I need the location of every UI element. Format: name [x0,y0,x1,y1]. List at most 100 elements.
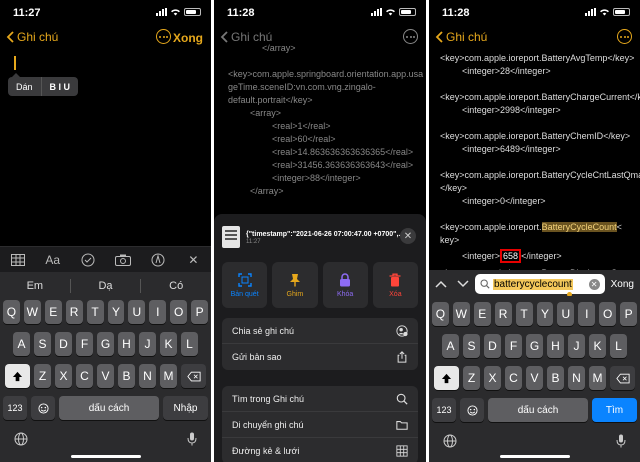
emoji-key[interactable] [31,396,55,420]
paste-button[interactable]: Dán [8,82,41,92]
key[interactable]: Y [536,302,554,326]
microphone-icon[interactable] [616,434,626,451]
space-key[interactable]: dấu cách [488,398,588,422]
back-button[interactable]: Ghi chú [6,30,58,44]
key[interactable]: L [610,334,627,358]
move-note-item[interactable]: Di chuyển ghi chú [222,412,418,438]
find-in-note-item[interactable]: Tìm trong Ghi chú [222,386,418,412]
key[interactable]: W [23,300,41,324]
key[interactable]: D [55,332,72,356]
key[interactable]: T [86,300,104,324]
key[interactable]: Z [34,364,51,388]
key[interactable]: O [170,300,188,324]
table-icon[interactable] [10,252,26,268]
key[interactable]: C [505,366,522,390]
key[interactable]: T [515,302,533,326]
key[interactable]: G [526,334,543,358]
back-label: Ghi chú [17,30,59,44]
key[interactable]: P [191,300,209,324]
key[interactable]: N [139,364,156,388]
numbers-key[interactable]: 123 [432,398,456,422]
key[interactable]: Q [2,300,20,324]
back-button[interactable]: Ghi chú [435,30,487,44]
shift-key[interactable] [434,366,459,390]
key[interactable]: W [452,302,470,326]
key[interactable]: F [76,332,93,356]
numbers-key[interactable]: 123 [3,396,27,420]
shift-key[interactable] [5,364,30,388]
key[interactable]: Y [107,300,125,324]
key[interactable]: R [65,300,83,324]
key[interactable]: I [149,300,167,324]
key[interactable]: P [620,302,638,326]
key[interactable]: A [442,334,459,358]
suggestion-item[interactable]: Có [141,280,211,292]
text-format-icon[interactable]: Aa [45,252,61,268]
find-done-button[interactable]: Xong [611,279,634,290]
pin-button[interactable]: Ghim [272,262,318,308]
key[interactable]: N [568,366,585,390]
lines-grids-item[interactable]: Đường kẻ & lưới [222,438,418,462]
globe-icon[interactable] [14,432,28,449]
key[interactable]: M [160,364,177,388]
globe-icon[interactable] [443,434,457,451]
key[interactable]: D [484,334,501,358]
key[interactable]: E [473,302,491,326]
key[interactable]: O [599,302,617,326]
key[interactable]: I [578,302,596,326]
key[interactable]: B [118,364,135,388]
key[interactable]: H [547,334,564,358]
more-options-icon[interactable] [617,29,632,44]
camera-icon[interactable] [115,252,132,268]
close-sheet-button[interactable]: ✕ [400,228,416,244]
clear-icon[interactable]: ✕ [588,278,600,290]
key[interactable]: V [526,366,543,390]
key[interactable]: R [494,302,512,326]
close-icon[interactable]: ✕ [185,252,201,268]
emoji-key[interactable] [460,398,484,422]
return-key[interactable]: Nhập [163,396,208,420]
key[interactable]: H [118,332,135,356]
format-button[interactable]: B I U [42,82,79,92]
key[interactable]: U [557,302,575,326]
key[interactable]: L [181,332,198,356]
search-key[interactable]: Tìm [592,398,637,422]
send-copy-item[interactable]: Gửi bản sao [222,344,418,370]
share-note-item[interactable]: Chia sẻ ghi chú [222,318,418,344]
markup-icon[interactable] [150,252,166,268]
space-key[interactable]: dấu cách [59,396,159,420]
done-button[interactable]: Xong [173,31,203,45]
lock-button[interactable]: Khóa [322,262,368,308]
key[interactable]: A [13,332,30,356]
backspace-key[interactable] [610,366,635,390]
key[interactable]: S [34,332,51,356]
delete-button[interactable]: Xóa [372,262,418,308]
checklist-icon[interactable] [80,252,96,268]
key[interactable]: Q [431,302,449,326]
suggestion-item[interactable]: Dạ [71,280,141,292]
key[interactable]: V [97,364,114,388]
key[interactable]: K [160,332,177,356]
suggestion-item[interactable]: Em [0,280,70,292]
key[interactable]: G [97,332,114,356]
key[interactable]: S [463,334,480,358]
chevron-up-icon[interactable] [435,280,447,288]
find-search-input[interactable]: batterycyclecount ✕ [475,274,605,297]
key[interactable]: C [76,364,93,388]
key[interactable]: E [44,300,62,324]
key[interactable]: M [589,366,606,390]
key[interactable]: X [484,366,501,390]
key[interactable]: U [128,300,146,324]
key[interactable]: F [505,334,522,358]
key[interactable]: Z [463,366,480,390]
more-options-icon[interactable] [156,29,171,44]
chevron-down-icon[interactable] [457,280,469,288]
key[interactable]: K [589,334,606,358]
key[interactable]: X [55,364,72,388]
backspace-key[interactable] [181,364,206,388]
scan-button[interactable]: Bản quét [222,262,268,308]
key[interactable]: J [139,332,156,356]
microphone-icon[interactable] [187,432,197,449]
key[interactable]: B [547,366,564,390]
key[interactable]: J [568,334,585,358]
